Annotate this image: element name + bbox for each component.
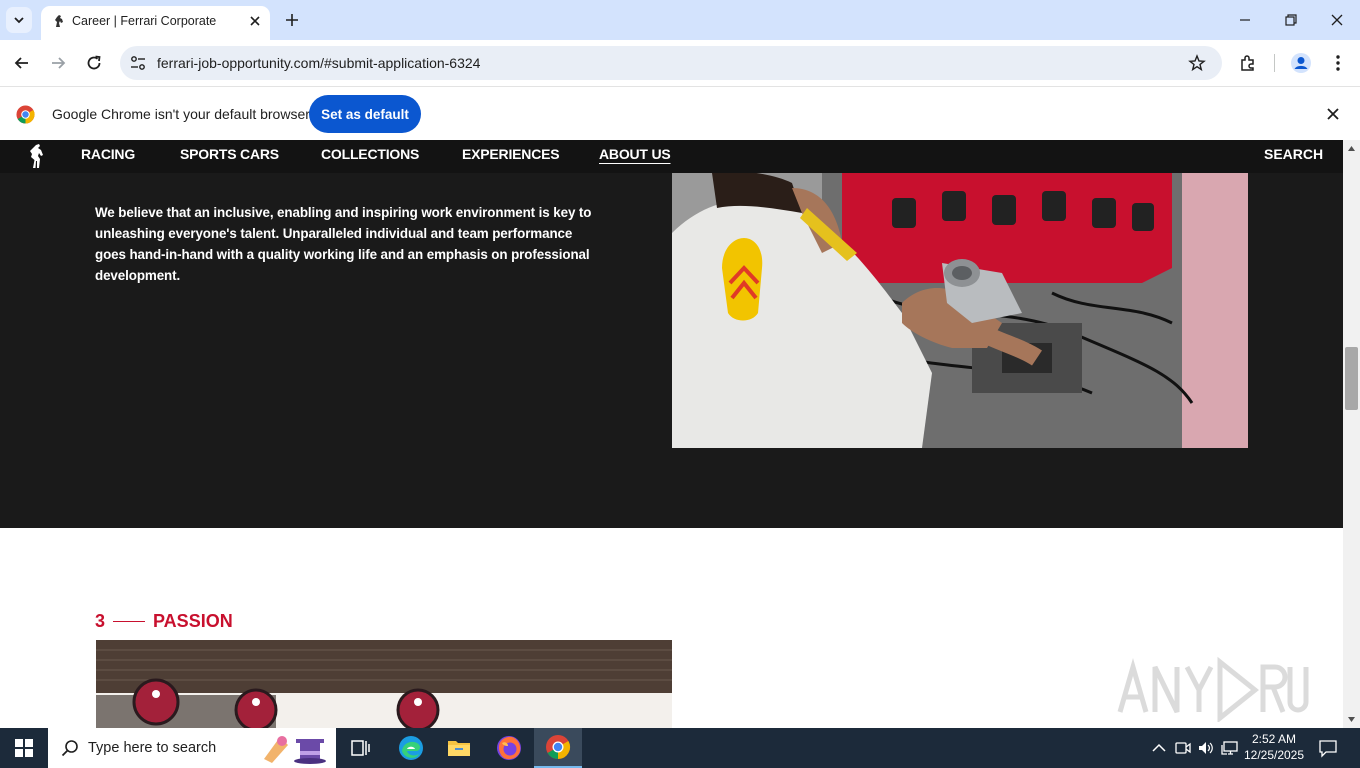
page-viewport: RACING SPORTS CARS COLLECTIONS EXPERIENC… xyxy=(0,140,1343,728)
windows-taskbar: Type here to search 2:52 AM 12/25/2025 xyxy=(0,728,1360,768)
taskbar-file-explorer[interactable] xyxy=(435,728,483,768)
clock-date: 12/25/2025 xyxy=(1243,748,1305,762)
taskbar-chrome[interactable] xyxy=(534,728,582,768)
nav-sports-cars[interactable]: SPORTS CARS xyxy=(180,146,279,162)
page-scrollbar[interactable] xyxy=(1343,140,1360,728)
plus-icon[interactable] xyxy=(282,10,302,30)
tab-search-button[interactable] xyxy=(6,7,32,33)
nav-about-us[interactable]: ABOUT US xyxy=(599,146,671,162)
nav-experiences[interactable]: EXPERIENCES xyxy=(462,146,560,162)
chrome-logo-icon xyxy=(16,105,35,124)
set-as-default-button[interactable]: Set as default xyxy=(309,95,421,133)
scroll-down-arrow-icon[interactable] xyxy=(1347,715,1356,724)
nav-collections[interactable]: COLLECTIONS xyxy=(321,146,419,162)
pit-crew-illustration xyxy=(96,640,672,728)
chrome-logo-icon xyxy=(546,735,571,759)
reload-icon[interactable] xyxy=(83,52,105,74)
taskbar-clock[interactable]: 2:52 AM 12/25/2025 xyxy=(1238,731,1310,763)
toolbar-divider xyxy=(1274,54,1275,72)
search-icon xyxy=(61,740,78,757)
close-icon[interactable] xyxy=(1325,106,1341,122)
anyrun-watermark-logo xyxy=(1117,656,1309,722)
nav-search[interactable]: SEARCH xyxy=(1264,146,1323,162)
engine-photo-illustration xyxy=(672,173,1248,448)
extensions-puzzle-icon[interactable] xyxy=(1237,52,1259,74)
ferrari-horse-icon xyxy=(55,15,63,27)
browser-toolbar: ferrari-job-opportunity.com/#submit-appl… xyxy=(0,40,1360,86)
scroll-up-arrow-icon[interactable] xyxy=(1347,144,1356,153)
firefox-icon xyxy=(497,736,521,760)
notification-center-icon[interactable] xyxy=(1318,738,1338,758)
profile-avatar-icon[interactable] xyxy=(1290,52,1312,74)
engine-technician-photo xyxy=(672,173,1248,448)
show-hidden-icons-chevron-up-icon[interactable] xyxy=(1150,739,1168,757)
kebab-menu-icon[interactable] xyxy=(1327,52,1349,74)
volume-speaker-icon[interactable] xyxy=(1197,739,1215,757)
window-close-icon[interactable] xyxy=(1327,10,1347,30)
taskbar-firefox[interactable] xyxy=(485,728,533,768)
heading-dash xyxy=(113,620,146,623)
chevron-down-icon xyxy=(14,17,24,24)
task-view-icon xyxy=(351,740,370,756)
tab-strip: Career | Ferrari Corporate xyxy=(0,0,1360,40)
infobar-message: Google Chrome isn't your default browser xyxy=(52,106,310,122)
workplace-paragraph: We believe that an inclusive, enabling a… xyxy=(95,205,592,283)
address-bar[interactable]: ferrari-job-opportunity.com/#submit-appl… xyxy=(120,46,1222,80)
section-title: PASSION xyxy=(153,611,233,631)
taskbar-search-box[interactable]: Type here to search xyxy=(48,728,336,768)
start-button[interactable] xyxy=(0,728,48,768)
browser-tab[interactable]: Career | Ferrari Corporate xyxy=(41,6,270,40)
site-navigation: RACING SPORTS CARS COLLECTIONS EXPERIENC… xyxy=(0,140,1343,173)
ferrari-prancing-horse-logo-icon[interactable] xyxy=(26,142,48,170)
nav-racing[interactable]: RACING xyxy=(81,146,135,162)
default-browser-infobar: Google Chrome isn't your default browser… xyxy=(0,86,1360,140)
file-explorer-folder-icon xyxy=(448,741,470,756)
network-monitor-icon[interactable] xyxy=(1221,739,1239,757)
tab-title: Career | Ferrari Corporate xyxy=(72,14,217,28)
pit-crew-photo xyxy=(96,640,672,728)
edge-browser-icon xyxy=(399,736,423,760)
bookmark-star-icon[interactable] xyxy=(1188,54,1206,72)
restore-icon[interactable] xyxy=(1281,10,1301,30)
section-heading-passion: 3 PASSION xyxy=(95,611,233,632)
windows-logo-icon xyxy=(15,739,33,757)
section-number: 3 xyxy=(95,611,106,631)
search-highlight-illustration-icon xyxy=(264,736,326,764)
forward-arrow-icon[interactable] xyxy=(47,52,69,74)
clock-time: 2:52 AM xyxy=(1251,732,1297,746)
url-text: ferrari-job-opportunity.com/#submit-appl… xyxy=(157,55,481,71)
close-icon[interactable] xyxy=(247,13,263,29)
taskbar-edge[interactable] xyxy=(387,728,435,768)
back-arrow-icon[interactable] xyxy=(11,52,33,74)
about-dark-section: RACING SPORTS CARS COLLECTIONS EXPERIENC… xyxy=(0,140,1343,528)
taskbar-search-placeholder: Type here to search xyxy=(88,740,217,756)
scrollbar-thumb[interactable] xyxy=(1345,347,1358,410)
site-info-icon[interactable] xyxy=(129,54,147,72)
minimize-icon[interactable] xyxy=(1235,10,1255,30)
meet-now-camera-icon[interactable] xyxy=(1174,739,1192,757)
task-view-button[interactable] xyxy=(336,728,384,768)
